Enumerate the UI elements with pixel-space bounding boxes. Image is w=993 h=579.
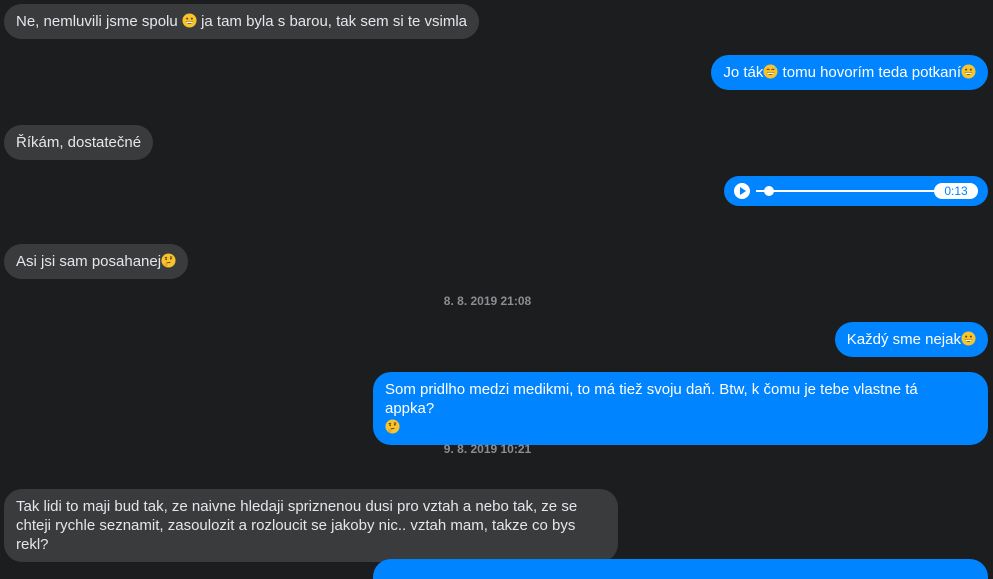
message-text: Asi jsi sam posahanej <box>16 253 162 270</box>
message-text: tomu hovorím teda potkaní <box>778 64 961 81</box>
message-text: Som pridlho medzi medikmi, to má tiež sv… <box>385 381 918 417</box>
audio-progress-handle[interactable] <box>764 186 774 196</box>
message-incoming[interactable]: Ne, nemluvili jsme spolu ja tam byla s b… <box>4 4 480 39</box>
timestamp: 9. 8. 2019 10:21 <box>443 442 532 456</box>
timestamp: 8. 8. 2019 21:08 <box>443 294 532 308</box>
message-text: Říkám, dostatečné <box>16 134 142 151</box>
audio-duration: 0:13 <box>934 183 978 199</box>
message-outgoing[interactable]: Som pridlho medzi medikmi, to má tiež sv… <box>373 372 988 445</box>
grin-emoji-icon <box>182 13 197 28</box>
audio-progress-track[interactable] <box>756 190 956 192</box>
message-incoming[interactable]: Asi jsi sam posahanej <box>4 244 189 279</box>
message-text: Tak lidi to maji bud tak, ze naivne hled… <box>16 498 578 553</box>
message-outgoing-partial[interactable] <box>373 559 988 579</box>
audio-message[interactable]: 0:13 <box>724 176 988 206</box>
message-incoming[interactable]: Tak lidi to maji bud tak, ze naivne hled… <box>4 489 618 562</box>
play-icon[interactable] <box>734 183 750 199</box>
message-text: Jo ták <box>723 64 764 81</box>
message-text: Ne, nemluvili jsme spolu <box>16 13 182 30</box>
message-text: ja tam byla s barou, tak sem si te vsiml… <box>196 13 468 30</box>
message-incoming[interactable]: Říkám, dostatečné <box>4 125 154 160</box>
sweat-smile-emoji-icon <box>763 64 778 79</box>
grin-emoji-icon <box>961 331 976 346</box>
message-outgoing[interactable]: Jo ták tomu hovorím teda potkaní <box>711 55 988 90</box>
message-text: Každý sme nejak <box>846 331 961 348</box>
message-outgoing[interactable]: Každý sme nejak <box>834 322 988 357</box>
thinking-emoji-icon <box>385 419 400 434</box>
thinking-emoji-icon <box>161 253 176 268</box>
grin-emoji-icon <box>961 64 976 79</box>
